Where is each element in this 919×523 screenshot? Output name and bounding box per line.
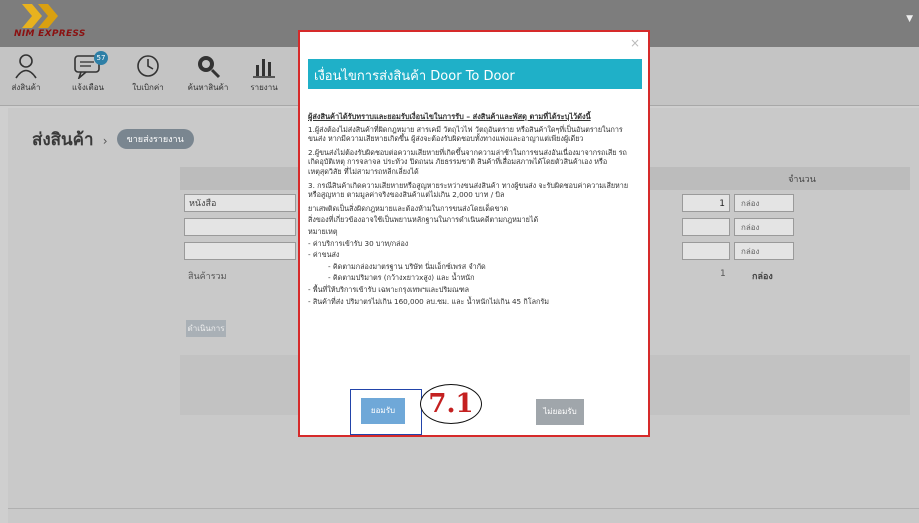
item-unit-select[interactable]: กล่อง [734, 194, 794, 212]
step-annotation: 7.1 [420, 384, 482, 424]
item-unit-select[interactable]: กล่อง [734, 218, 794, 236]
note-item: - ค่าบริการเข้ารับ 30 บาท/กล่อง [308, 238, 409, 248]
terms-paragraph: 3. กรณีสินค้าเกิดความเสียหายหรือสูญหายระ… [308, 180, 629, 200]
note-item: - พื้นที่ให้บริการเข้ารับ เฉพาะกรุงเทพฯแ… [308, 284, 470, 294]
terms-paragraph: 1.ผู้ส่งต้องไม่ส่งสินค้าที่ผิดกฎหมาย สาร… [308, 124, 623, 144]
app-window: NIM EXPRESS ▼ ส่งสินค้า 57 แจ้งเตือน ใบเ… [0, 0, 919, 523]
nav-label: ใบเบิกค่า [132, 83, 164, 92]
accept-highlight: ยอมรับ [350, 389, 422, 435]
breadcrumb-separator: › [102, 134, 108, 148]
person-icon [15, 54, 37, 79]
item-qty-input[interactable] [682, 242, 730, 260]
terms-paragraph: สิ่งของที่เกี่ยวข้องอาจใช้เป็นพยานหลักฐา… [308, 215, 539, 225]
modal-title: เงื่อนไขการส่งสินค้า Door To Door [314, 69, 515, 84]
item-name-input[interactable]: หนังสือ [184, 194, 296, 212]
total-unit: กล่อง [752, 272, 773, 282]
accept-button[interactable]: ยอมรับ [361, 398, 405, 424]
terms-paragraph: ยาเสพติดเป็นสิ่งผิดกฎหมายและต้องห้ามในกา… [308, 203, 509, 213]
note-item: - ค่าขนส่ง [308, 250, 340, 260]
qty-column-header: จำนวน [788, 175, 816, 185]
modal-header: เงื่อนไขการส่งสินค้า Door To Door [308, 59, 642, 89]
breadcrumb-button[interactable]: ขายส่งรายงาน [116, 129, 194, 149]
item-unit-select[interactable]: กล่อง [734, 242, 794, 260]
divider [8, 508, 919, 509]
item-name-input[interactable] [184, 218, 296, 236]
chart-icon [253, 59, 275, 78]
notification-badge: 57 [94, 51, 108, 65]
item-qty-input[interactable]: 1 [682, 194, 730, 212]
next-button[interactable]: ดำเนินการ [186, 320, 226, 337]
notes-heading: หมายเหตุ [308, 226, 338, 236]
page-title: ส่งสินค้า [32, 130, 94, 150]
nav-item-send[interactable]: ส่งสินค้า [4, 51, 48, 103]
dropdown-caret-icon[interactable]: ▼ [906, 14, 913, 24]
nav-item-search[interactable]: ค้นหาสินค้า [186, 51, 230, 103]
terms-paragraph: 2.ผู้ขนส่งไม่ต้องรับผิดชอบต่อความเสียหาย… [308, 147, 627, 176]
nav-label: รายงาน [250, 83, 278, 92]
search-icon [198, 56, 221, 79]
total-qty: 1 [720, 269, 726, 279]
nav-item-notify[interactable]: 57 แจ้งเตือน [66, 51, 110, 103]
step-label: 7.1 [428, 389, 474, 419]
close-icon[interactable]: × [630, 36, 640, 50]
logo[interactable]: NIM EXPRESS [8, 2, 88, 44]
total-label: สินค้ารวม [188, 272, 227, 282]
logo-text: NIM EXPRESS [14, 29, 86, 39]
logo-mark-icon [22, 4, 58, 28]
terms-heading: ผู้ส่งสินค้าได้รับทราบและยอมรับเงื่อนไขใ… [308, 112, 591, 121]
nav-item-report[interactable]: รายงาน [242, 51, 286, 103]
item-name-input[interactable] [184, 242, 296, 260]
nav-label: แจ้งเตือน [72, 83, 104, 92]
nav-label: ค้นหาสินค้า [187, 83, 229, 92]
nav-label: ส่งสินค้า [11, 83, 41, 92]
decline-button[interactable]: ไม่ยอมรับ [536, 399, 584, 425]
note-item: - สินค้าที่ส่ง ปริมาตรไม่เกิน 160,000 ลบ… [308, 296, 549, 306]
terms-modal: × เงื่อนไขการส่งสินค้า Door To Door ผู้ส… [298, 30, 650, 437]
item-qty-input[interactable] [682, 218, 730, 236]
title-row: ส่งสินค้า › ขายส่งรายงาน [32, 126, 194, 153]
note-subitem: - คิดตามปริมาตร (กว้างxยาวxสูง) และ น้ำห… [328, 273, 475, 283]
note-subitem: - คิดตามกล่องมาตรฐาน บริษัท นิ่มเอ็กซ์เพ… [328, 261, 486, 271]
nav-item-invoice[interactable]: ใบเบิกค่า [126, 51, 170, 103]
clock-icon [137, 55, 159, 77]
modal-body: ผู้ส่งสินค้าได้รับทราบและยอมรับเงื่อนไขใ… [308, 112, 638, 308]
